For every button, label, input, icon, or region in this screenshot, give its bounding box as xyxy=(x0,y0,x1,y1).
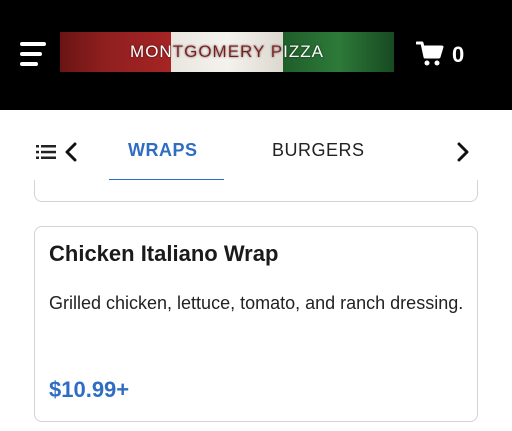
menu-item-title: Chicken Italiano Wrap xyxy=(49,241,279,266)
top-header: MONTGOMERY PIZZA MONTGOMERY PIZZA 0 xyxy=(0,0,512,110)
tab-burgers[interactable]: BURGERS xyxy=(272,140,365,161)
menu-item-description: Grilled chicken, lettuce, tomato, and ra… xyxy=(49,293,464,313)
tab-wraps[interactable]: WRAPS xyxy=(128,140,198,161)
menu-icon[interactable] xyxy=(20,40,50,70)
list-icon[interactable] xyxy=(36,144,56,160)
previous-menu-card[interactable] xyxy=(34,180,478,202)
menu-item-card[interactable]: Chicken Italiano Wrap Grilled chicken, l… xyxy=(34,226,478,422)
restaurant-logo[interactable]: MONTGOMERY PIZZA MONTGOMERY PIZZA xyxy=(60,32,394,72)
cart-icon[interactable] xyxy=(416,40,444,68)
cart-count: 0 xyxy=(452,42,465,67)
chevron-right-icon[interactable] xyxy=(456,142,470,162)
menu-item-price: $10.99+ xyxy=(49,377,130,402)
chevron-left-icon[interactable] xyxy=(64,142,78,162)
